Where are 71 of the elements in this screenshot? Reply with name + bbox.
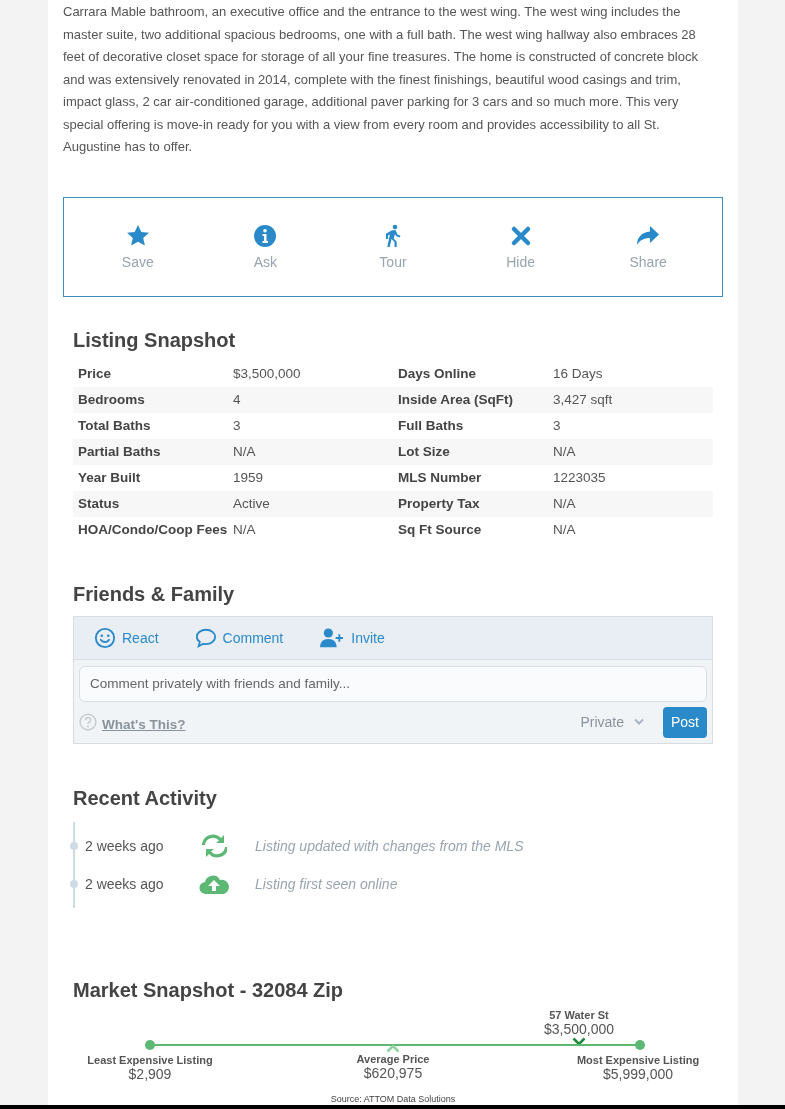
range-price: $5,999,000: [602, 1065, 674, 1082]
section-heading: Friends & Family: [72, 581, 236, 606]
chevron-up-icon: [386, 1043, 400, 1053]
section-heading: Listing Snapshot: [72, 327, 237, 352]
field-value: 1959: [233, 470, 265, 485]
star-icon: [125, 223, 150, 248]
info-icon: [253, 223, 278, 248]
field-label: Inside Area (SqFt): [398, 392, 514, 407]
field-value: 4: [233, 392, 242, 407]
field-label: Property Tax: [398, 496, 481, 511]
action-button[interactable]: Share: [603, 219, 694, 274]
field-value: Active: [233, 496, 271, 511]
timeline-dot: [70, 841, 78, 850]
subject-price: $3,500,000: [543, 1020, 615, 1037]
field-label: Status: [78, 496, 121, 511]
field-label: Partial Baths: [78, 444, 162, 459]
speech-bubble-icon: [194, 626, 217, 649]
field-value: N/A: [553, 522, 577, 537]
activity-text: Listing first seen online: [255, 875, 398, 892]
field-label: Days Online: [398, 366, 478, 381]
range-price: $620,975: [363, 1064, 423, 1081]
range-label: Least Expensive Listing: [87, 1053, 213, 1066]
tab[interactable]: Comment: [186, 622, 292, 653]
field-value: N/A: [233, 522, 257, 537]
comment-field[interactable]: Comment privately with friends and family...: [79, 665, 707, 702]
source-text: Source: ATTOM Data Solutions: [329, 1093, 457, 1104]
field-label: HOA/Condo/Coop Fees: [78, 522, 229, 537]
action-button[interactable]: Ask: [220, 219, 311, 274]
post-button[interactable]: Post: [663, 706, 707, 738]
field-value: N/A: [553, 444, 577, 459]
field-label: Total Baths: [78, 418, 152, 433]
field-label: Bedrooms: [78, 392, 146, 407]
action-button[interactable]: Save: [92, 219, 183, 274]
tab[interactable]: React: [86, 622, 167, 653]
field-value: 16 Days: [553, 366, 604, 381]
help-link[interactable]: What's This?: [102, 716, 186, 732]
action-button[interactable]: Hide: [475, 219, 566, 274]
privacy-dropdown[interactable]: Private: [574, 713, 650, 731]
help-icon: [79, 713, 97, 731]
range-label: Most Expensive Listing: [576, 1053, 700, 1066]
range-end-dot: [145, 1039, 155, 1050]
subject-address: 57 Water St: [549, 1008, 609, 1021]
range-label: Average Price: [356, 1052, 430, 1065]
smiley-icon: [94, 626, 116, 649]
section-heading: Market Snapshot - 32084 Zip: [72, 977, 345, 1002]
activity-time: 2 weeks ago: [85, 875, 165, 892]
timeline-dot: [70, 879, 78, 888]
description-text: Carrara Mable bathroom, an executive office and the entrance to the west wing. The west wing includes the master suite, two additional spacious bedrooms, one with a full bath. The west wing hallway also embraces 28 feet of decorative closet space for storage of all your fine treasures. The home is constructed of concrete block and was extensively renovated in 2014, complete with the finest finishings, beautiful wood casings and trim, impact glass, 2 car air-conditioned garage, additional paver parking for 3 cars and so much more. This very special offering is move-in ready for you with a view from every room and provides accessibility to all St. Augustine has to offer.: [63, 3, 699, 156]
field-value: N/A: [553, 496, 577, 511]
field-label: Price: [78, 366, 113, 381]
field-value: 1223035: [553, 470, 607, 485]
user-plus-icon: [319, 626, 346, 649]
section-heading: Recent Activity: [72, 785, 218, 810]
field-label: Year Built: [78, 470, 142, 485]
chevron-down-icon: [634, 718, 644, 726]
refresh-icon: [201, 832, 227, 859]
action-button[interactable]: Tour: [348, 219, 438, 274]
tab[interactable]: Invite: [311, 622, 393, 653]
field-label: MLS Number: [398, 470, 483, 485]
range-price: $2,909: [128, 1065, 172, 1082]
activity-time: 2 weeks ago: [85, 837, 165, 854]
field-value: N/A: [233, 444, 257, 459]
field-value: $3,500,000: [233, 366, 302, 381]
field-label: Sq Ft Source: [398, 522, 483, 537]
activity-text: Listing updated with changes from the MLS: [255, 837, 524, 854]
range-end-dot: [635, 1039, 645, 1050]
field-value: 3: [233, 418, 242, 433]
field-value: 3: [553, 418, 562, 433]
field-label: Lot Size: [398, 444, 451, 459]
field-label: Full Baths: [398, 418, 465, 433]
field-value: 3,427 sqft: [553, 392, 614, 407]
